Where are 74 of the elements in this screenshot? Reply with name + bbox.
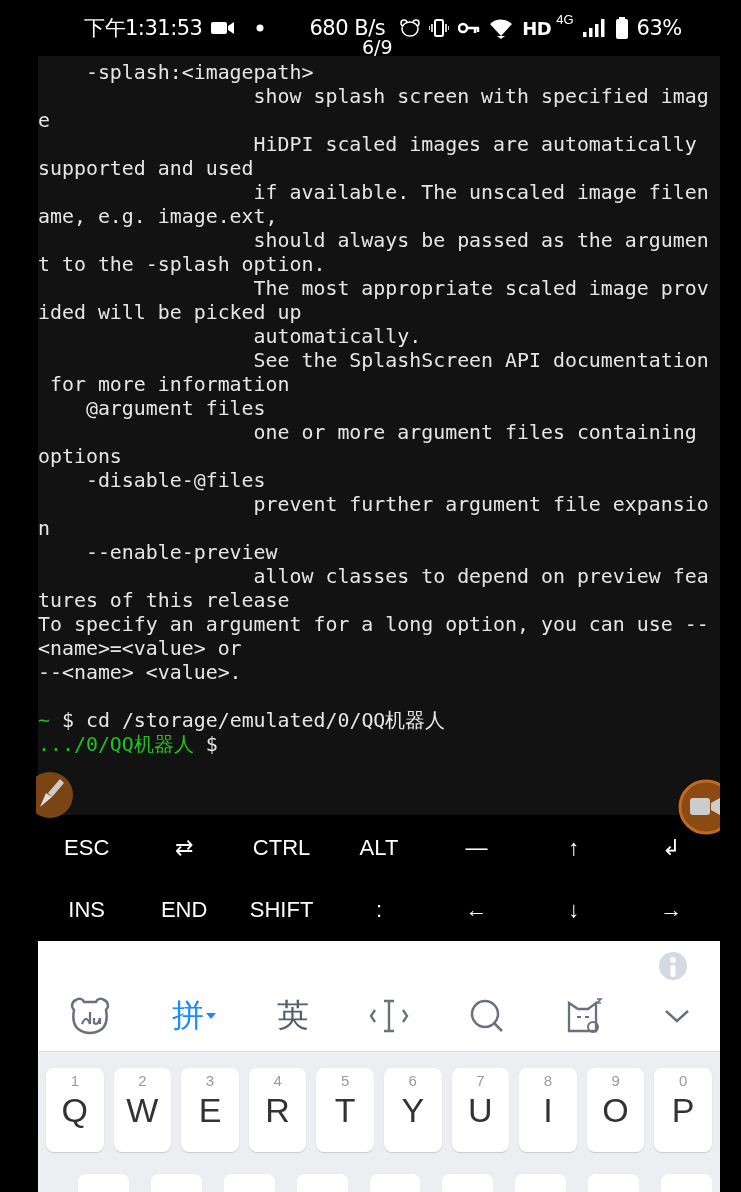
terminal-line: To specify an argument for a long option, you can use -- bbox=[38, 613, 709, 637]
extra-key[interactable]: ↑ bbox=[525, 829, 623, 867]
terminal-line: @argument files bbox=[84, 397, 266, 421]
video-camera-button-icon[interactable] bbox=[678, 779, 720, 835]
letter-key[interactable]: 1 Q bbox=[46, 1068, 104, 1152]
terminal-line: n bbox=[38, 517, 50, 541]
brush-button-icon[interactable] bbox=[36, 771, 74, 819]
battery-icon bbox=[615, 17, 628, 39]
terminal-line: -disable-@files bbox=[84, 469, 266, 493]
extra-key[interactable]: ← bbox=[427, 891, 526, 929]
terminal-line: options bbox=[38, 445, 122, 469]
letter-key[interactable]: 7 U bbox=[451, 1068, 510, 1152]
extra-key[interactable]: CTRL bbox=[232, 829, 331, 867]
letter-key[interactable]: 4 R bbox=[248, 1068, 307, 1152]
bear-face-icon bbox=[400, 19, 421, 37]
extra-key[interactable]: SHIFT bbox=[232, 891, 331, 929]
dot-icon bbox=[256, 24, 265, 32]
terminal-line: The most appropriate scaled image prov bbox=[252, 277, 709, 301]
extra-key[interactable]: — bbox=[427, 829, 526, 867]
terminal-line: prevent further argument file expansio bbox=[252, 493, 709, 517]
chevron-down-icon[interactable] bbox=[663, 1008, 690, 1024]
command-text: cd /storage/emulated/0/QQ机器人 bbox=[85, 709, 446, 733]
extra-key[interactable]: ↓ bbox=[525, 891, 623, 929]
text-cursor-icon[interactable] bbox=[369, 998, 409, 1034]
terminal-line: supported and used bbox=[38, 157, 254, 181]
battery-percent: 63% bbox=[636, 16, 682, 40]
terminal-line: t to the -splash option. bbox=[38, 253, 326, 277]
prompt-symbol: $ bbox=[205, 733, 218, 757]
letter-key[interactable]: 0 P bbox=[654, 1068, 712, 1152]
terminal-line: See the SplashScreen API documentation bbox=[252, 349, 709, 373]
status-time: 下午1:31:53 bbox=[84, 15, 203, 42]
terminal-line: ame, e.g. image.ext, bbox=[38, 205, 278, 229]
key-icon bbox=[458, 21, 481, 35]
terminal-line: for more information bbox=[48, 373, 290, 397]
extra-key[interactable]: → bbox=[622, 891, 720, 929]
vibrate-icon bbox=[429, 19, 450, 37]
signal-icon bbox=[582, 19, 607, 37]
video-camera-icon bbox=[211, 20, 236, 36]
letter-key[interactable]: 2 W bbox=[113, 1068, 172, 1152]
extra-key[interactable]: ⇄ bbox=[135, 829, 233, 867]
extra-key[interactable]: ↲ bbox=[622, 829, 720, 867]
terminal-line: show splash screen with specified imag bbox=[252, 85, 709, 109]
extra-key[interactable]: : bbox=[330, 891, 428, 929]
english-tab[interactable]: 英 bbox=[276, 994, 309, 1038]
extra-key[interactable]: ESC bbox=[38, 829, 136, 867]
extra-key[interactable]: END bbox=[135, 891, 233, 929]
prompt-path: ~ bbox=[38, 709, 50, 733]
terminal-line: --enable-preview bbox=[84, 541, 278, 565]
terminal-line: one or more argument files containing bbox=[252, 421, 697, 445]
terminal-line: allow classes to depend on preview fea bbox=[252, 565, 709, 589]
letter-key[interactable]: 6 Y bbox=[383, 1068, 442, 1152]
terminal-line: if available. The unscaled image filen bbox=[252, 181, 709, 205]
extra-key[interactable]: INS bbox=[38, 891, 136, 929]
terminal-line: ided will be picked up bbox=[38, 301, 302, 325]
prompt-path: .../0/QQ机器人 bbox=[38, 733, 194, 757]
wifi-icon bbox=[489, 17, 514, 39]
letter-key[interactable]: 5 T bbox=[316, 1068, 374, 1152]
terminal-line: --<name> <value>. bbox=[38, 661, 242, 685]
terminal-line: <name>=<value> or bbox=[38, 637, 242, 661]
terminal-line: automatically. bbox=[252, 325, 422, 349]
letter-key[interactable]: 9 O bbox=[586, 1068, 645, 1152]
terminal-line: tures of this release bbox=[38, 589, 290, 613]
terminal-line: HiDPI scaled images are automatically bbox=[252, 133, 697, 157]
network-type: 4G bbox=[556, 12, 574, 27]
cat-icon[interactable] bbox=[565, 997, 604, 1035]
letter-key[interactable]: 8 I bbox=[519, 1068, 577, 1152]
caret-icon bbox=[206, 1013, 217, 1019]
letter-key[interactable]: 3 E bbox=[181, 1068, 239, 1152]
terminal-line: e bbox=[38, 109, 50, 133]
extra-key[interactable]: ALT bbox=[330, 829, 428, 867]
terminal-line: -splash:<imagepath> bbox=[84, 61, 314, 85]
prompt-symbol: $ bbox=[62, 709, 74, 733]
hd-label: HD bbox=[522, 17, 552, 39]
terminal-line: should always be passed as the argumen bbox=[252, 229, 709, 253]
